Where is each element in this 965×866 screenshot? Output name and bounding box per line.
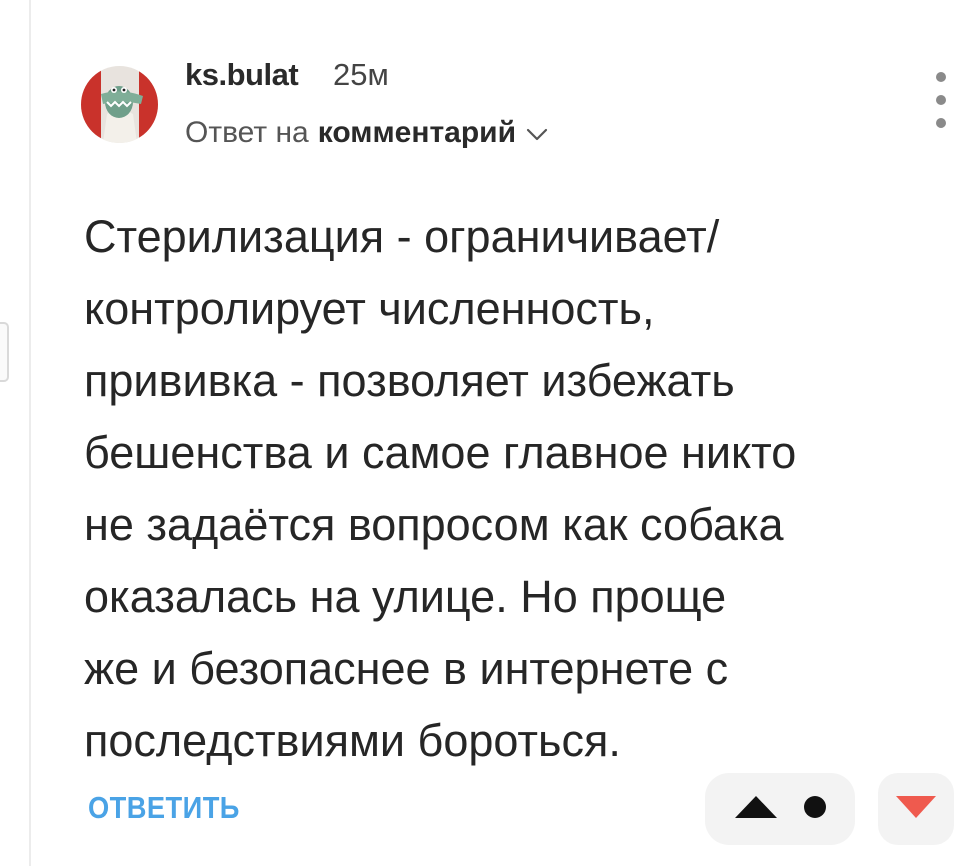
- comment-body: Стерилизация - ограничивает/ контролируе…: [84, 201, 934, 777]
- thread-line: [29, 0, 31, 866]
- comment-author[interactable]: ks.bulat: [185, 57, 299, 93]
- comment-line: контролирует численность,: [84, 283, 655, 334]
- reply-context[interactable]: Ответ на комментарий: [185, 116, 548, 150]
- dot-icon: [803, 795, 827, 824]
- more-vertical-icon[interactable]: [930, 72, 952, 128]
- comment-line: же и безопаснее в интернете с: [84, 643, 729, 694]
- comment-line: последствиями бороться.: [84, 715, 621, 766]
- comment-line: оказалась на улице. Но проще: [84, 571, 727, 622]
- avatar[interactable]: [81, 66, 158, 143]
- reply-target-link[interactable]: комментарий: [318, 116, 516, 150]
- downvote-button[interactable]: [878, 773, 954, 845]
- reply-button[interactable]: ОТВЕТИТЬ: [88, 790, 240, 826]
- comment-timestamp: 25м: [333, 57, 389, 92]
- collapse-thread-handle[interactable]: [0, 322, 9, 382]
- comment-line: прививка - позволяет избежать: [84, 355, 735, 406]
- comment-line: бешенства и самое главное никто: [84, 427, 797, 478]
- chevron-down-icon[interactable]: [526, 116, 548, 150]
- comment-line: Стерилизация - ограничивает/: [84, 211, 720, 262]
- triangle-down-icon: [894, 794, 938, 825]
- reply-prefix: Ответ на: [185, 116, 309, 149]
- comment-line: не задаётся вопросом как собака: [84, 499, 784, 550]
- vote-control: [705, 773, 855, 845]
- triangle-up-icon[interactable]: [733, 794, 779, 825]
